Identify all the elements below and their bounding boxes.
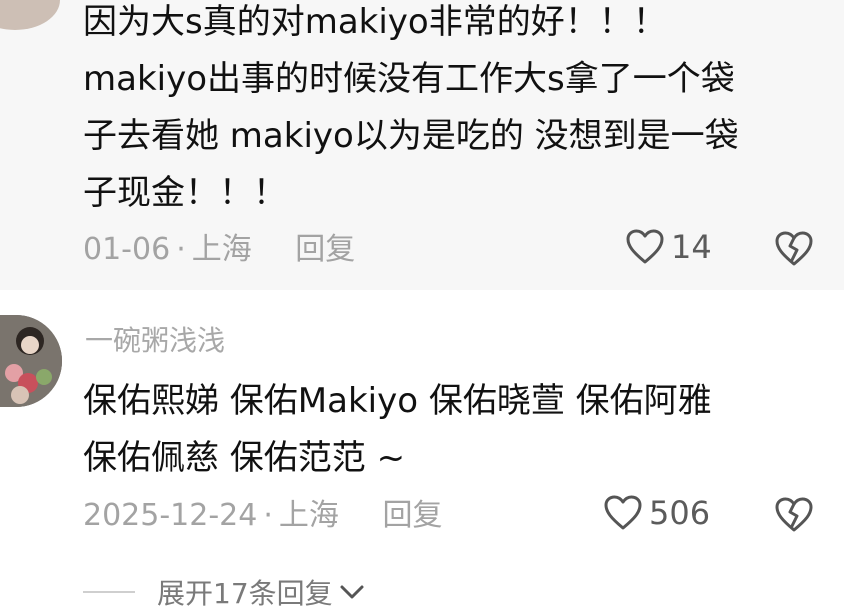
comment-item[interactable]: 因为大s真的对makiyo非常的好！！！ makiyo出事的时候没有工作大s拿了… — [0, 0, 844, 290]
like-button[interactable]: 14 — [625, 228, 712, 266]
broken-heart-icon — [775, 231, 813, 266]
comment-line: 保佑熙娣 保佑Makiyo 保佑晓萱 保佑阿雅 — [83, 381, 712, 421]
heart-outline-icon — [626, 229, 664, 264]
avatar[interactable] — [0, 315, 62, 407]
comment-line: 子去看她 makiyo以为是吃的 没想到是一袋 — [83, 116, 739, 156]
broken-heart-icon — [775, 497, 813, 532]
comment-location: 上海 — [191, 232, 252, 267]
comment-date: 2025-12-24 — [83, 498, 258, 533]
comment-line: makiyo出事的时候没有工作大s拿了一个袋 — [83, 59, 735, 99]
avatar[interactable] — [0, 0, 60, 30]
like-count: 506 — [649, 494, 711, 532]
heart-outline-icon — [604, 495, 642, 530]
reply-button[interactable]: 回复 — [295, 232, 355, 267]
comment-text: 因为大s真的对makiyo非常的好！！！ makiyo出事的时候没有工作大s拿了… — [83, 0, 823, 222]
comment-meta: 01-06 · 上海 回复 — [83, 230, 355, 270]
username[interactable]: 一碗粥浅浅 — [85, 323, 225, 359]
separator-dot: · — [263, 498, 273, 533]
dislike-button[interactable] — [774, 230, 814, 272]
expand-replies-button[interactable]: 展开17条回复 — [83, 572, 365, 612]
like-count: 14 — [671, 228, 712, 266]
comment-location: 上海 — [278, 498, 339, 533]
comment-date: 01-06 — [83, 232, 171, 267]
chevron-down-icon — [340, 585, 364, 599]
comment-line: 保佑佩慈 保佑范范 ~ — [83, 438, 406, 478]
avatar-image — [0, 315, 62, 407]
comment-line: 子现金！！！ — [83, 173, 287, 213]
divider-line — [83, 591, 135, 593]
expand-replies-label: 展开17条回复 — [157, 577, 333, 610]
comment-meta: 2025-12-24 · 上海 回复 — [83, 496, 442, 536]
comment-line: 因为大s真的对makiyo非常的好！！！ — [83, 2, 667, 42]
comment-text: 保佑熙娣 保佑Makiyo 保佑晓萱 保佑阿雅 保佑佩慈 保佑范范 ~ — [83, 373, 823, 487]
separator-dot: · — [176, 232, 186, 267]
comment-item[interactable]: 一碗粥浅浅 保佑熙娣 保佑Makiyo 保佑晓萱 保佑阿雅 保佑佩慈 保佑范范 … — [0, 290, 844, 550]
reply-button[interactable]: 回复 — [382, 498, 442, 533]
dislike-button[interactable] — [774, 496, 814, 538]
like-button[interactable]: 506 — [603, 494, 710, 532]
